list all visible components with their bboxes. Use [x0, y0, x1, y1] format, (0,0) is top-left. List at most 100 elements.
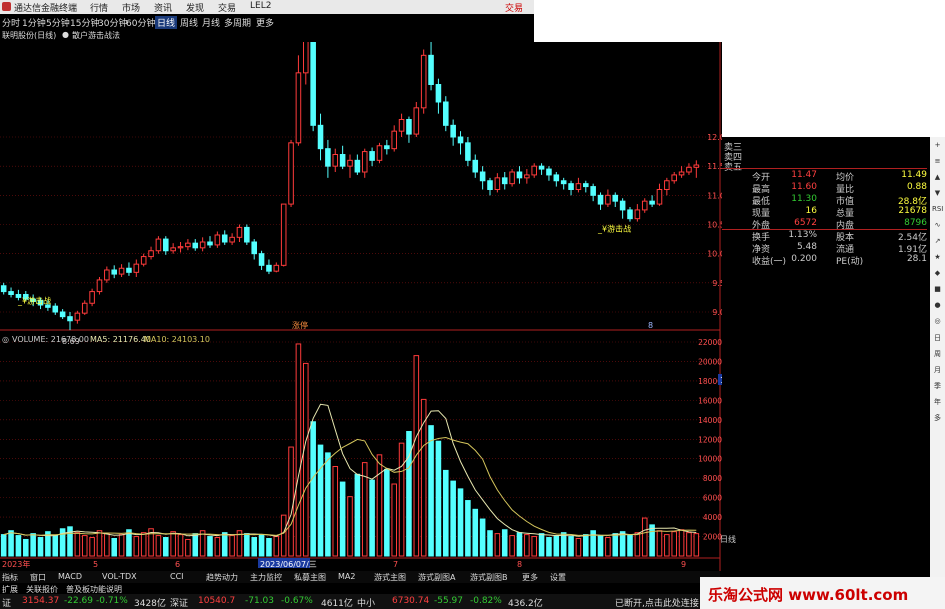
volume-bar [104, 533, 110, 557]
side-tool-icon[interactable]: ↗ [932, 237, 943, 248]
candle-body [303, 42, 309, 74]
side-tool-icon[interactable]: ● [932, 301, 943, 312]
candle-body [634, 209, 641, 220]
period-60min[interactable]: 60分钟 [126, 16, 155, 29]
quote-row: 换手 1.13% 股本 2.54亿 [752, 230, 927, 243]
candle-body [207, 241, 213, 246]
side-tool-icon[interactable]: 月 [932, 365, 943, 376]
status-item: 证 [2, 599, 12, 609]
candle-body [627, 209, 633, 220]
chart-area[interactable]: 9.009.5010.0010.5011.0011.5012.00 14.078… [0, 42, 722, 571]
extension-tabs: 扩展 关联报价 普及板功能说明 [0, 583, 720, 594]
indicator-tab[interactable]: 主力监控 [250, 572, 282, 583]
side-tool-icon[interactable]: 年 [932, 397, 943, 408]
period-multi[interactable]: 多周期 [224, 16, 251, 29]
side-tool-icon[interactable]: 周 [932, 349, 943, 360]
period-5min[interactable]: 5分钟 [46, 16, 70, 29]
period-intraday[interactable]: 分时 [2, 16, 20, 29]
quote-v1: 16 [805, 206, 817, 216]
menu-item-discover[interactable]: 发现 [186, 1, 204, 14]
indicator-tab[interactable]: MA2 [338, 572, 355, 581]
candle-body [605, 194, 611, 205]
candle-body [317, 124, 324, 150]
trade-link[interactable]: 交易 [505, 1, 523, 14]
quote-v2: 0.88 [906, 182, 927, 192]
menu-item-quotes[interactable]: 行情 [90, 1, 108, 14]
volume-bar [465, 500, 471, 557]
indicator-tab[interactable]: 游式主图 [374, 572, 406, 583]
side-tool-icon[interactable]: 日 [932, 333, 943, 344]
candle-body [479, 171, 486, 182]
volume-tick-label: 6000 [703, 494, 722, 503]
volume-legend: ◎ VOLUME: 21678.00 MA5: 21176.40MA10: 2410… [2, 335, 210, 344]
candle-body [531, 165, 537, 176]
side-tool-icon[interactable]: + [932, 141, 943, 152]
candle-body [288, 142, 294, 205]
status-item[interactable]: 已断开,点击此处连接 [615, 596, 699, 609]
indicator-tab[interactable]: 游式副图B [470, 572, 508, 583]
menu-item-trade[interactable]: 交易 [218, 1, 236, 14]
indicator-tab[interactable]: 私募主图 [294, 572, 326, 583]
candle-body [494, 177, 501, 190]
side-tool-icon[interactable]: ◎ [932, 317, 943, 328]
candle-body [67, 316, 73, 322]
volume-bar [133, 536, 140, 557]
candle-body [664, 180, 670, 190]
side-tool-icon[interactable]: 多 [932, 413, 943, 424]
candle-body [280, 203, 287, 266]
volume-bar [531, 536, 537, 557]
side-tool-icon[interactable]: ▼ [932, 189, 943, 200]
menu-item-news[interactable]: 资讯 [154, 1, 172, 14]
candle-body [59, 311, 66, 318]
status-item: 深证 [170, 599, 189, 609]
side-tool-icon[interactable]: ≡ [932, 157, 943, 168]
period-weekly[interactable]: 周线 [180, 16, 198, 29]
volume-legend-entry: MA5: 21176.40 [90, 335, 151, 344]
period-15min[interactable]: 15分钟 [70, 16, 99, 29]
indicator-tab[interactable]: 设置 [550, 572, 566, 583]
period-1min[interactable]: 1分钟 [22, 16, 46, 29]
indicator-tab[interactable]: 窗口 [30, 572, 46, 583]
side-tool-icon[interactable]: 季 [932, 381, 943, 392]
candle-body [148, 250, 154, 258]
period-monthly[interactable]: 月线 [202, 16, 220, 29]
menu-item-market[interactable]: 市场 [122, 1, 140, 14]
candle-body [546, 168, 552, 176]
price-tick-label: 9.00 [712, 308, 722, 317]
candle-body [612, 194, 619, 202]
side-tool-icon[interactable]: ■ [932, 285, 943, 296]
candle-body [361, 151, 368, 173]
volume-bar [678, 529, 685, 557]
menu-item-level2[interactable]: LEL2 [250, 1, 271, 11]
side-tool-icon[interactable]: ∿ [932, 221, 943, 232]
volume-bar [634, 532, 641, 557]
indicator-tab[interactable]: 趋势动力 [206, 572, 238, 583]
volume-bar [369, 479, 375, 557]
quote-v1: 11.60 [791, 182, 817, 192]
side-tool-icon[interactable]: RSI [932, 205, 943, 216]
candle-body [391, 130, 397, 150]
indicator-tab[interactable]: 游式副图A [418, 572, 455, 583]
volume-bar [258, 534, 265, 557]
candle-body [524, 174, 530, 179]
indicator-tab[interactable]: MACD [58, 572, 82, 581]
volume-bar [0, 534, 7, 557]
side-period-label[interactable]: 日线 [720, 534, 736, 545]
volume-bar [111, 537, 117, 557]
period-30min[interactable]: 30分钟 [98, 16, 127, 29]
side-tool-icon[interactable]: ◆ [932, 269, 943, 280]
side-tool-icon[interactable]: ★ [932, 253, 943, 264]
indicator-name: 散户游击战法 [72, 31, 120, 40]
indicator-tab[interactable]: 指标 [2, 572, 18, 583]
candle-body [214, 234, 221, 246]
indicator-tab[interactable]: 更多 [522, 572, 538, 583]
period-daily[interactable]: 日线 [155, 16, 178, 29]
volume-bar [671, 531, 677, 557]
indicator-tab[interactable]: CCI [170, 572, 184, 581]
side-tool-icon[interactable]: ▲ [932, 173, 943, 184]
indicator-tab[interactable]: VOL-TDX [102, 572, 137, 581]
period-more[interactable]: 更多 [256, 16, 274, 29]
candle-body [487, 180, 493, 190]
candle-body [597, 194, 604, 205]
status-item: 10540.7 [198, 596, 236, 606]
